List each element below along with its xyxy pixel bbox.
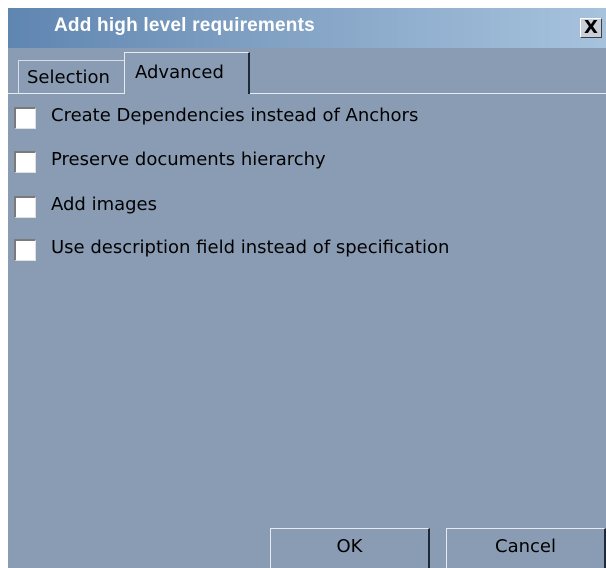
tab-selection-label: Selection — [27, 67, 110, 88]
tab-advanced-label: Advanced — [135, 62, 224, 83]
tab-advanced[interactable]: Advanced — [124, 52, 250, 94]
title-bar[interactable]: Add high level requirements X — [8, 8, 606, 48]
use-description-label: Use description field instead of specifi… — [51, 237, 450, 258]
close-button[interactable]: X — [580, 17, 602, 38]
add-images-checkbox[interactable] — [14, 196, 36, 218]
create-dependencies-label: Create Dependencies instead of Anchors — [51, 105, 419, 126]
use-description-checkbox[interactable] — [14, 239, 36, 261]
ok-button[interactable]: OK — [270, 528, 430, 568]
create-dependencies-checkbox[interactable] — [14, 107, 36, 129]
close-icon: X — [584, 17, 598, 38]
add-images-label: Add images — [51, 194, 158, 215]
preserve-hierarchy-label: Preserve documents hierarchy — [51, 149, 326, 170]
window-title: Add high level requirements — [54, 15, 315, 36]
preserve-hierarchy-checkbox[interactable] — [14, 151, 36, 173]
tab-selection[interactable]: Selection — [18, 60, 126, 93]
cancel-button[interactable]: Cancel — [446, 528, 606, 568]
tab-border-right — [250, 93, 606, 94]
add-requirements-dialog: Add high level requirements X Selection … — [8, 8, 606, 568]
tab-border-left — [8, 93, 124, 94]
